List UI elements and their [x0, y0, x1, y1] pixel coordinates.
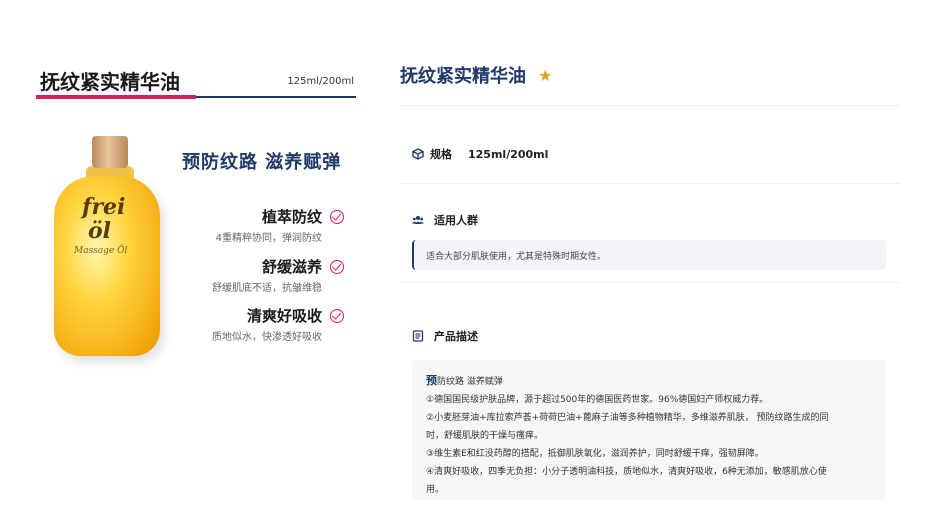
feature-item: 清爽好吸收 质地似水，快渗透好吸收	[144, 305, 344, 343]
spec-value: 125ml/200ml	[468, 147, 549, 161]
description-line: ③维生素E和红没药醇的搭配，抵御肌肤氧化，滋润养护，同时舒缓干痒，强韧屏障。	[426, 449, 764, 459]
description-line: 时，舒缓肌肤的干燥与瘙痒。	[426, 431, 544, 441]
cube-icon	[412, 148, 424, 160]
divider	[400, 105, 900, 106]
description-heading: 产品描述	[412, 328, 478, 344]
feature-item: 舒缓滋养 舒缓肌底不适，抗皱维稳	[144, 256, 344, 294]
feature-title: 植萃防纹	[261, 208, 322, 226]
description-intro-rest: 防纹路 滋养赋弹	[437, 377, 503, 387]
feature-desc: 舒缓肌底不适，抗皱维稳	[212, 283, 322, 294]
bottle-label: Massage Öl	[74, 246, 128, 256]
product-page: 抚纹紧实精华油 125ml/200ml frei öl Massage Öl 预…	[0, 0, 928, 529]
left-size-label: 125ml/200ml	[287, 76, 354, 87]
spec-row: 规格 125ml/200ml	[412, 146, 548, 162]
audience-label: 适用人群	[434, 214, 478, 227]
check-circle-icon	[330, 209, 344, 224]
check-circle-icon	[330, 259, 344, 274]
right-product-title-row: 抚纹紧实精华油 ★	[400, 62, 552, 88]
right-product-title: 抚纹紧实精华油	[400, 66, 526, 87]
audience-text: 适合大部分肌肤使用，尤其是特殊时期女性。	[426, 252, 607, 262]
star-icon[interactable]: ★	[538, 66, 552, 85]
divider	[400, 282, 900, 283]
headline: 预防纹路 滋养赋弹	[182, 152, 342, 173]
left-product-title: 抚纹紧实精华油	[40, 70, 180, 94]
title-accent-underline	[36, 95, 196, 99]
description-line: 用。	[426, 485, 445, 495]
audience-box: 适合大部分肌肤使用，尤其是特殊时期女性。	[412, 240, 886, 270]
description-line: ④清爽好吸收，四季无负担：小分子透明油科技，质地似水，清爽好吸收，6种无添加，敏…	[426, 467, 827, 477]
users-icon	[412, 216, 424, 224]
description-box: 预防纹路 滋养赋弹 ①德国国民级护肤品牌，源于超过500年的德国医药世家。96%…	[412, 360, 886, 500]
description-line: ②小麦胚芽油+库拉索芦荟+荷荷巴油+蓖麻子油等多种植物精华，多维滋养肌肤， 预防…	[426, 413, 829, 423]
spec-label: 规格	[430, 148, 452, 161]
description-line: ①德国国民级护肤品牌，源于超过500年的德国医药世家。96%德国妇产师权威力荐。	[426, 395, 769, 405]
divider	[400, 183, 900, 184]
left-title-bar: 抚纹紧实精华油 125ml/200ml	[36, 64, 356, 99]
description-intro-bold: 预	[426, 374, 437, 387]
bottle-cap	[92, 136, 128, 168]
feature-title: 舒缓滋养	[261, 258, 322, 276]
bottle-brand-bottom: öl	[88, 218, 112, 244]
feature-desc: 质地似水，快渗透好吸收	[212, 332, 322, 343]
description-intro: 预防纹路 滋养赋弹	[426, 372, 872, 391]
feature-desc: 4重精粹协同，弹润防纹	[215, 233, 322, 244]
description-label: 产品描述	[434, 330, 478, 343]
document-icon	[412, 330, 424, 342]
check-circle-icon	[330, 308, 344, 323]
audience-heading: 适用人群	[412, 212, 478, 228]
feature-item: 植萃防纹 4重精粹协同，弹润防纹	[144, 206, 344, 244]
feature-title: 清爽好吸收	[246, 307, 322, 325]
bottle-brand-top: frei	[82, 194, 126, 220]
